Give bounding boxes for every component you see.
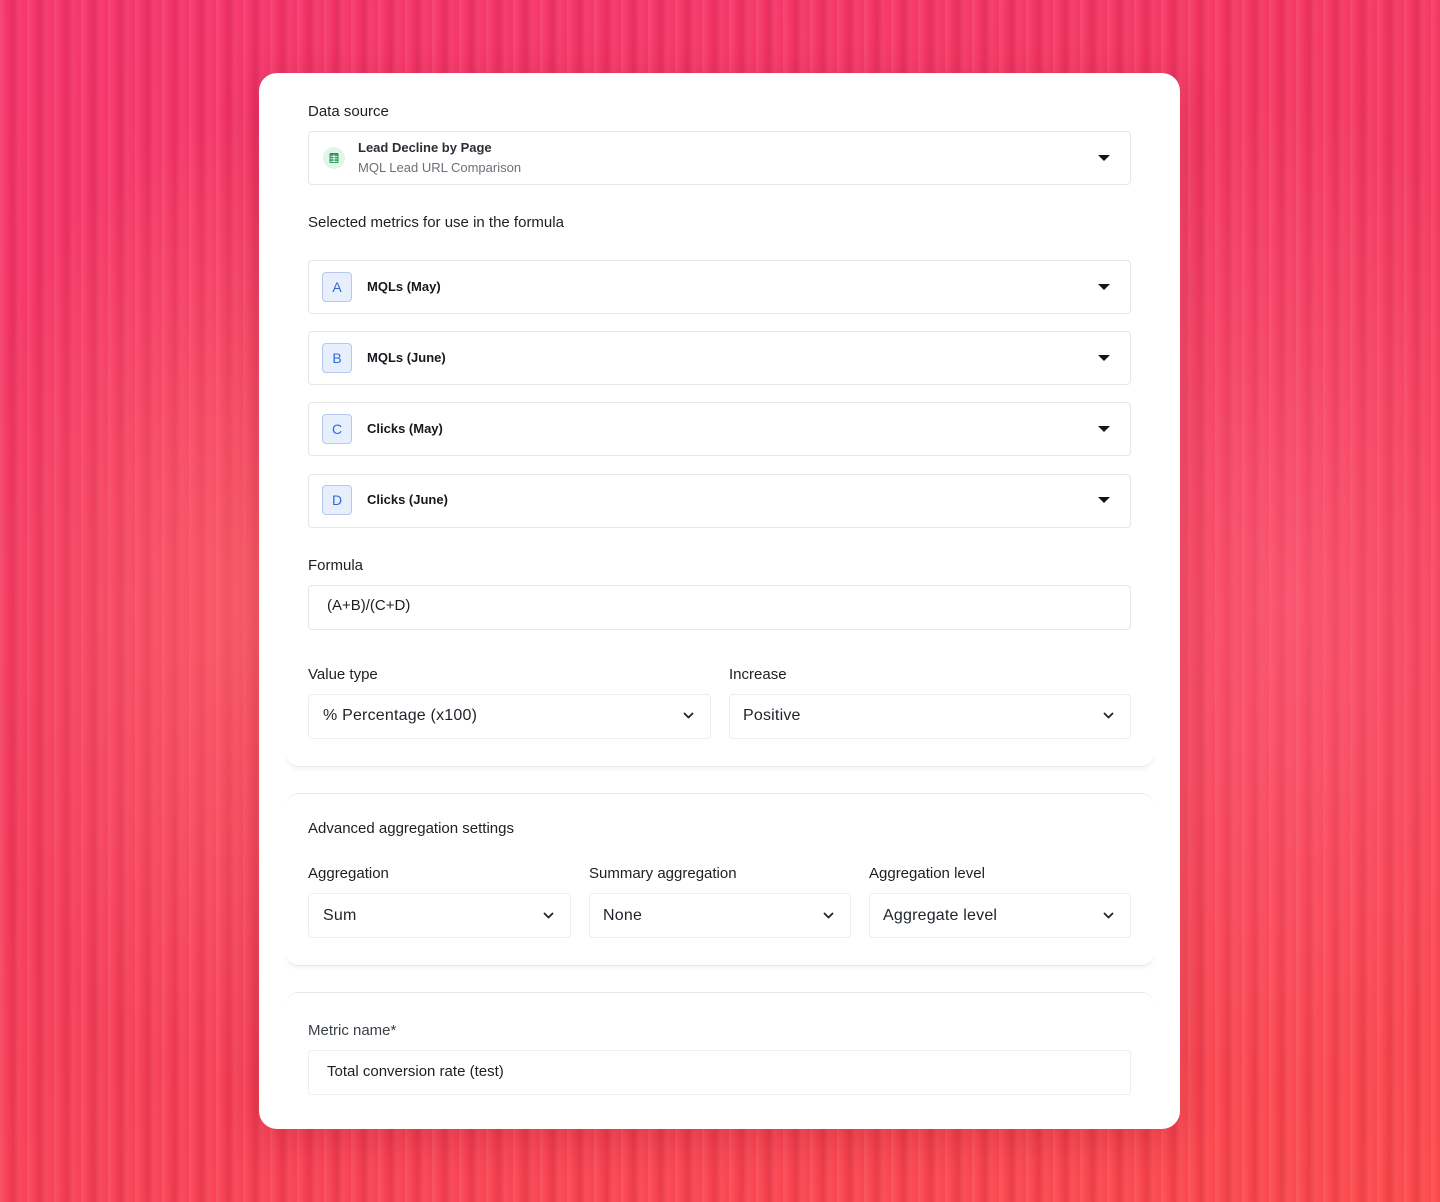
metric-name-label: Metric name* bbox=[308, 1022, 397, 1039]
section-divider bbox=[286, 953, 1154, 966]
google-sheets-icon bbox=[323, 147, 345, 169]
value-type-selected: % Percentage (x100) bbox=[323, 707, 478, 724]
caret-down-icon[interactable] bbox=[1098, 426, 1110, 432]
caret-down-icon[interactable] bbox=[1098, 497, 1110, 503]
metric-name: MQLs (May) bbox=[367, 279, 441, 294]
metric-letter-badge: D bbox=[322, 485, 352, 515]
formula-input[interactable] bbox=[308, 585, 1131, 630]
caret-down-icon[interactable] bbox=[1098, 155, 1110, 161]
aggregation-label: Aggregation bbox=[308, 865, 389, 882]
metric-name: Clicks (May) bbox=[367, 421, 443, 436]
chevron-down-icon[interactable] bbox=[1103, 712, 1114, 719]
increase-selected: Positive bbox=[743, 707, 801, 724]
metrics-section-label: Selected metrics for use in the formula bbox=[308, 214, 564, 231]
metric-name-value: Total conversion rate (test) bbox=[327, 1063, 504, 1080]
metric-letter-badge: B bbox=[322, 343, 352, 373]
metric-letter-badge: C bbox=[322, 414, 352, 444]
data-source-title: Lead Decline by Page bbox=[358, 140, 492, 155]
data-source-subtitle: MQL Lead URL Comparison bbox=[358, 160, 522, 175]
summary-aggregation-selected: None bbox=[603, 907, 643, 924]
increase-label: Increase bbox=[729, 666, 787, 683]
data-source-label: Data source bbox=[308, 103, 389, 120]
section-divider bbox=[286, 793, 1154, 806]
metric-name: MQLs (June) bbox=[367, 350, 446, 365]
chevron-down-icon[interactable] bbox=[683, 712, 694, 719]
formula-label: Formula bbox=[308, 557, 364, 574]
aggregation-level-label: Aggregation level bbox=[869, 865, 985, 882]
aggregation-selected: Sum bbox=[323, 907, 357, 924]
value-type-label: Value type bbox=[308, 666, 378, 683]
summary-aggregation-label: Summary aggregation bbox=[589, 865, 737, 882]
section-divider bbox=[286, 754, 1154, 767]
metric-letter-badge: A bbox=[322, 272, 352, 302]
advanced-settings-heading: Advanced aggregation settings bbox=[308, 820, 514, 837]
caret-down-icon[interactable] bbox=[1098, 355, 1110, 361]
chevron-down-icon[interactable] bbox=[1103, 912, 1114, 919]
formula-value: (A+B)/(C+D) bbox=[327, 597, 411, 614]
caret-down-icon[interactable] bbox=[1098, 284, 1110, 290]
chevron-down-icon[interactable] bbox=[823, 912, 834, 919]
chevron-down-icon[interactable] bbox=[543, 912, 554, 919]
section-divider bbox=[286, 992, 1154, 1005]
aggregation-level-selected: Aggregate level bbox=[883, 907, 998, 924]
metric-name: Clicks (June) bbox=[367, 492, 448, 507]
